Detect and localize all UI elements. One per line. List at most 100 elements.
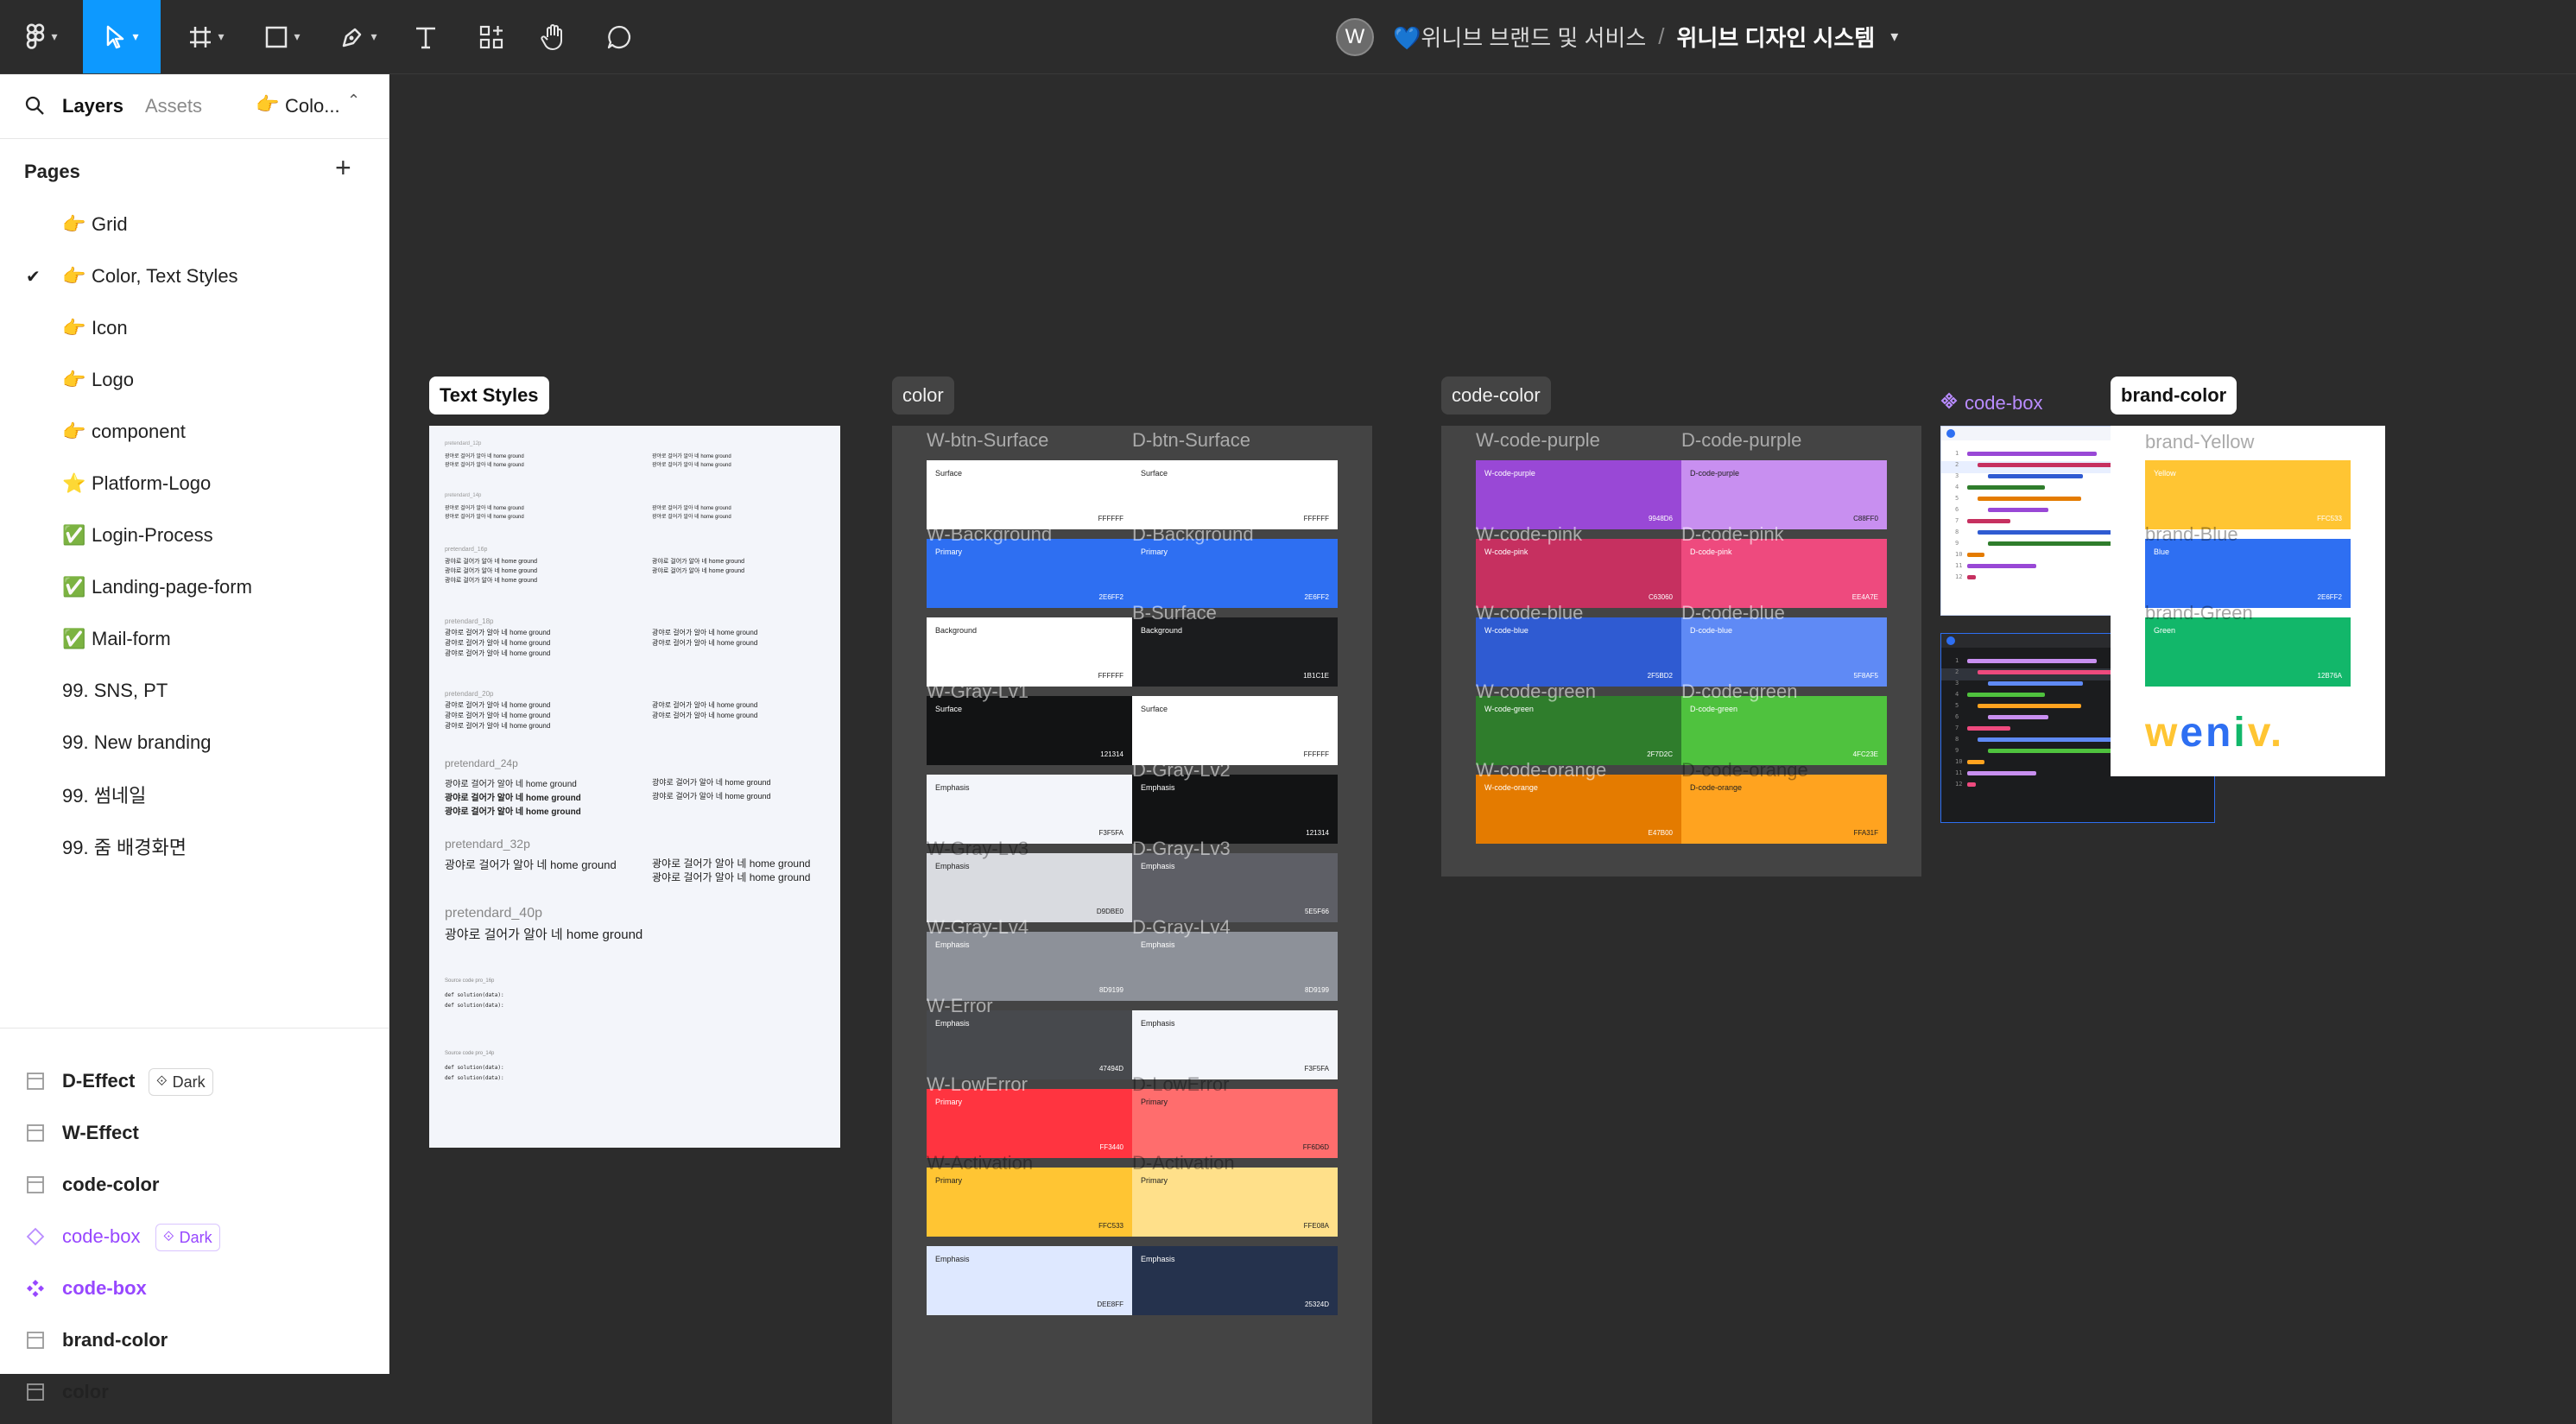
frame-label-brand-color[interactable]: brand-color [2111,377,2237,415]
color-swatch[interactable]: D-code-orange FFA31F [1681,775,1887,844]
canvas[interactable]: Text Styles pretendard_12p 광야로 걸어가 알아 네 h… [389,74,2576,1424]
page-item[interactable]: ✅ Landing-page-form [0,561,389,613]
text-style-heading: pretendard_20p [445,690,494,698]
tab-layers[interactable]: Layers [62,95,123,117]
color-swatch[interactable]: Primary FF3440 [927,1089,1132,1158]
color-swatch[interactable]: Surface FFFFFF [1132,460,1338,529]
page-item[interactable]: 👉 Icon [0,302,389,354]
layer-item-brand-color[interactable]: brand-color [0,1314,389,1366]
color-swatch[interactable]: Emphasis DEE8FF [927,1246,1132,1315]
frame-label-color[interactable]: color [892,377,954,415]
file-menu-chevron-icon[interactable]: ▾ [1890,28,1898,46]
swatch-hex-label: EE4A7E [1851,593,1878,601]
brand-swatch[interactable]: Blue 2E6FF2 [2145,539,2351,608]
hand-tool-button[interactable] [532,0,575,73]
text-style-heading: pretendard_12p [445,441,482,446]
shape-tool-button[interactable]: ▾ [252,0,313,73]
pen-tool-button[interactable]: ▾ [328,0,389,73]
comment-tool-button[interactable] [598,0,641,73]
page-item[interactable]: 99. SNS, PT [0,665,389,717]
text-style-sample: 광야로 걸어가 알아 네 home ground [652,712,758,719]
add-page-plus-icon[interactable]: + [335,154,351,181]
search-icon[interactable] [24,95,45,121]
color-swatch[interactable]: Emphasis 25324D [1132,1246,1338,1315]
color-swatch[interactable]: W-code-orange E47B00 [1476,775,1681,844]
color-swatch[interactable]: Emphasis F3F5FA [1132,1010,1338,1079]
code-color-frame[interactable]: W-code-purple 9948D6 W-code-purple D-code-p… [1441,426,1921,877]
color-swatch[interactable]: Emphasis F3F5FA [927,775,1132,844]
current-page-selector[interactable]: Colo... [285,95,340,117]
color-swatch[interactable]: Primary FF6D6D [1132,1089,1338,1158]
frame-label-text-styles[interactable]: Text Styles [429,377,549,415]
layer-item-label: code-box [62,1277,147,1299]
layer-item-code-color[interactable]: code-color [0,1159,389,1211]
brand-swatch[interactable]: Yellow FFC533 [2145,460,2351,529]
color-swatch[interactable]: Background FFFFFF [927,617,1132,687]
page-item[interactable]: 👉 component [0,406,389,458]
layer-item-label: D-Effect [62,1070,136,1092]
chevron-up-icon[interactable]: ⌃ [347,92,360,110]
color-swatch[interactable]: Surface FFFFFF [1132,696,1338,765]
brand-swatch[interactable]: Green 12B76A [2145,617,2351,687]
page-item[interactable]: ✅ Login-Process [0,509,389,561]
color-swatch[interactable]: Primary 2E6FF2 [927,539,1132,608]
color-swatch[interactable]: Primary FFE08A [1132,1168,1338,1237]
page-item[interactable]: ✅ Mail-form [0,613,389,665]
chevron-down-icon: ▾ [218,29,225,43]
frame-label-code-box[interactable]: code-box [1940,392,2043,415]
color-swatch[interactable]: Primary 2E6FF2 [1132,539,1338,608]
layer-item-color[interactable]: color [0,1366,389,1418]
color-swatch[interactable]: W-code-green 2F7D2C [1476,696,1681,765]
page-item[interactable]: 99. New branding [0,717,389,769]
code-token [1988,714,2048,719]
color-swatch[interactable]: Emphasis 121314 [1132,775,1338,844]
color-swatch[interactable]: Emphasis 47494D [927,1010,1132,1079]
layer-item-code-box[interactable]: code-box [0,1263,389,1314]
color-swatch[interactable]: Emphasis 8D9199 [927,932,1132,1001]
color-swatch[interactable]: Emphasis 8D9199 [1132,932,1338,1001]
frame-label-code-color[interactable]: code-color [1441,377,1551,415]
move-tool-button[interactable]: ▾ [83,0,161,73]
color-swatch[interactable]: D-code-pink EE4A7E [1681,539,1887,608]
project-name[interactable]: 💙위니브 브랜드 및 서비스 [1393,21,1646,53]
file-name[interactable]: 위니브 디자인 시스템 [1676,21,1875,53]
color-swatch[interactable]: D-code-blue 5F8AF5 [1681,617,1887,687]
brand-color-frame[interactable]: Yellow FFC533 brand-Yellow Blue 2E6FF2 brand-… [2111,426,2385,776]
page-item[interactable]: ✔ 👉 Color, Text Styles [0,250,389,302]
tab-assets[interactable]: Assets [145,95,202,117]
color-swatch[interactable]: Surface 121314 [927,696,1132,765]
swatch-name-label: W-code-purple [1476,429,1600,451]
page-item[interactable]: 👉 Grid [0,199,389,250]
swatch-name-label: W-code-orange [1476,759,1607,781]
main-menu-button[interactable]: ▾ [16,0,67,73]
color-swatch[interactable]: Emphasis D9DBE0 [927,853,1132,922]
layer-item-code-box[interactable]: code-box ⟐ Dark [0,1211,389,1263]
color-swatch[interactable]: W-code-purple 9948D6 [1476,460,1681,529]
color-swatch[interactable]: D-code-purple C88FF0 [1681,460,1887,529]
page-item[interactable]: 👉 Logo [0,354,389,406]
color-swatch[interactable]: D-code-green 4FC23E [1681,696,1887,765]
resources-button[interactable] [470,0,513,73]
page-item[interactable]: 99. 줌 배경화면 [0,820,389,872]
text-styles-frame[interactable]: pretendard_12p 광야로 걸어가 알아 네 home ground 광야… [429,426,840,1148]
code-token [1967,552,1984,557]
chevron-down-icon: ▾ [51,29,58,43]
color-swatch[interactable]: W-code-pink C63060 [1476,539,1681,608]
color-swatch[interactable]: Primary FFC533 [927,1168,1132,1237]
text-style-sample: 광야로 걸어가 알아 네 home ground [445,506,524,511]
page-item[interactable]: 99. 썸네일 [0,769,389,820]
code-style-sample: def solution(data): [445,1003,504,1009]
color-swatch[interactable]: Emphasis 5E5F66 [1132,853,1338,922]
text-style-sample: 광야로 걸어가 알아 네 home ground [445,927,643,942]
color-swatch[interactable]: W-code-blue 2F5BD2 [1476,617,1681,687]
layer-item-D-Effect[interactable]: D-Effect ⟐ Dark [0,1055,389,1107]
text-tool-button[interactable] [404,0,447,73]
code-token [1967,518,2010,523]
color-swatch[interactable]: Surface FFFFFF [927,460,1132,529]
frame-tool-button[interactable]: ▾ [176,0,237,73]
color-frame[interactable]: Surface FFFFFF W-btn-Surface Surface FFFFFF D… [892,426,1372,1424]
avatar[interactable]: W [1336,17,1374,56]
color-swatch[interactable]: Background 1B1C1E [1132,617,1338,687]
layer-item-W-Effect[interactable]: W-Effect [0,1107,389,1159]
page-item[interactable]: ⭐ Platform-Logo [0,458,389,509]
